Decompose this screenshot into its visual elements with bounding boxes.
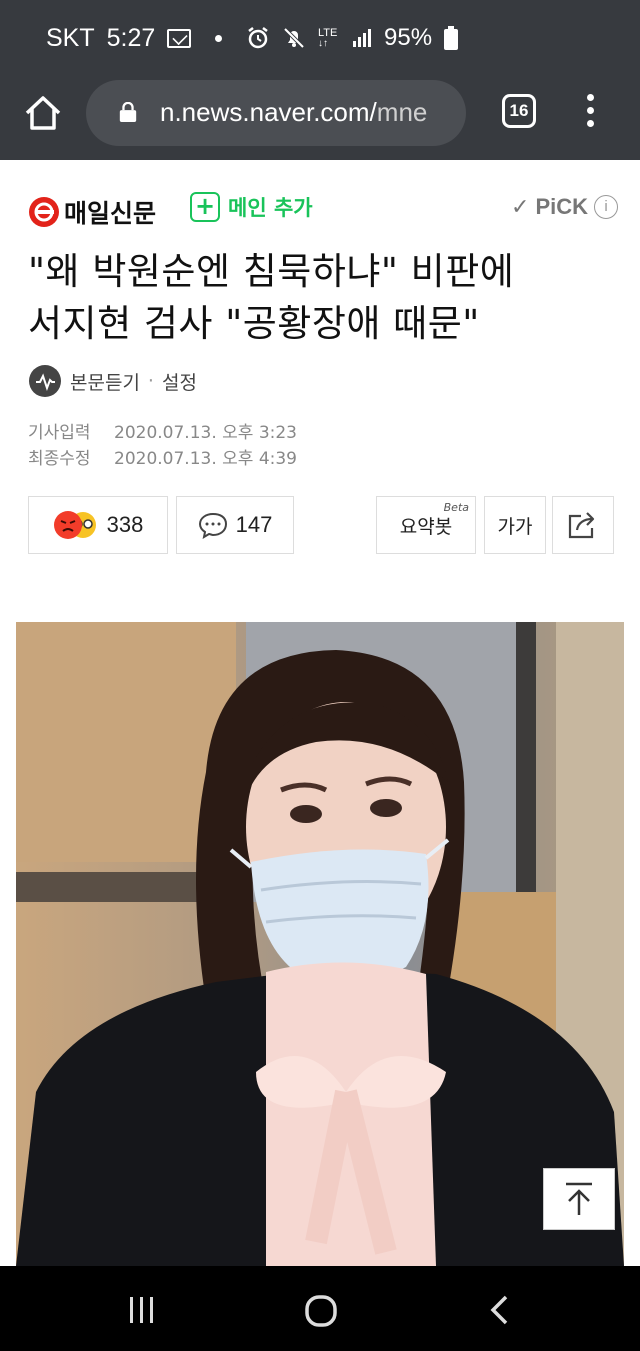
listen-separator: · — [147, 370, 154, 392]
article-actions: 338 147 요약봇 Beta 가가 — [28, 496, 614, 554]
photo-portrait — [16, 622, 624, 1266]
pick-label: PiCK — [535, 194, 588, 219]
status-left: SKT 5:27 — [46, 24, 223, 53]
scroll-to-top-button[interactable] — [543, 1168, 615, 1230]
battery-icon — [444, 26, 459, 50]
home-nav-button[interactable] — [302, 1292, 342, 1328]
signal-icon — [353, 29, 371, 47]
share-button[interactable] — [552, 496, 614, 554]
menu-dot-icon — [586, 94, 594, 101]
listen-row: 본문듣기 · 설정 — [28, 364, 197, 398]
back-button[interactable] — [482, 1292, 522, 1328]
info-icon[interactable]: i — [594, 195, 618, 219]
home-circle-icon — [305, 1295, 337, 1327]
mute-icon — [283, 27, 305, 49]
input-date-row: 기사입력 2020.07.13. 오후 3:23 — [28, 420, 297, 446]
article-headline: "왜 박원순엔 침묵하냐" 비판에 서지현 검사 "공황장애 때문" — [28, 246, 618, 350]
comment-count: 147 — [235, 512, 273, 537]
headline-line-2: 서지현 검사 "공황장애 때문" — [28, 302, 480, 345]
status-icons: LTE ↓↑ 95% — [246, 24, 459, 52]
add-to-main-label: 메인 추가 — [228, 196, 313, 220]
input-date: 2020.07.13. 오후 3:23 — [114, 423, 298, 443]
url-text: n.news.naver.com/mne — [160, 97, 427, 128]
reaction-button[interactable]: 338 — [28, 496, 168, 554]
article-dates: 기사입력 2020.07.13. 오후 3:23 최종수정 2020.07.13. … — [28, 420, 297, 472]
checkmark-icon: ✓ — [511, 194, 530, 219]
summary-label: 요약봇 — [399, 515, 453, 538]
font-size-label: 가가 — [497, 515, 533, 538]
input-date-label: 기사입력 — [28, 423, 91, 443]
alarm-icon — [248, 27, 268, 49]
edit-date-label: 최종수정 — [28, 449, 91, 469]
url-overflow: mne — [376, 97, 428, 127]
share-icon — [568, 512, 595, 539]
tab-switcher-button[interactable]: 16 — [502, 94, 536, 128]
browser-menu-button[interactable] — [584, 94, 596, 130]
settings-link[interactable]: 설정 — [162, 368, 197, 395]
back-chevron-icon — [490, 1295, 508, 1325]
url-main: n.news.naver.com/ — [160, 97, 377, 127]
system-navigation-bar — [0, 1266, 640, 1351]
edit-date-row: 최종수정 2020.07.13. 오후 4:39 — [28, 446, 297, 472]
add-to-main-button[interactable]: + 메인 추가 — [190, 192, 313, 222]
text-to-speech-icon[interactable] — [28, 364, 62, 398]
arrow-up-icon — [566, 1182, 592, 1215]
headline-line-1: "왜 박원순엔 침묵하냐" 비판에 — [28, 250, 515, 293]
maeil-logo-icon — [29, 197, 59, 227]
clock: 5:27 — [106, 24, 156, 52]
network-type-label: LTE ↓↑ — [318, 26, 338, 49]
edit-date: 2020.07.13. 오후 4:39 — [114, 449, 298, 469]
menu-dot-icon — [586, 107, 594, 114]
plus-icon: + — [190, 192, 220, 222]
recent-apps-button[interactable] — [124, 1292, 164, 1328]
comment-button[interactable]: 147 — [176, 496, 294, 554]
reaction-count: 338 — [106, 512, 144, 537]
angry-face-icon — [53, 511, 96, 539]
press-logo[interactable]: 매일신문 — [28, 194, 156, 230]
status-bar: SKT 5:27 LTE ↓↑ 95% — [0, 0, 640, 80]
press-name: 매일신문 — [64, 199, 157, 228]
recent-apps-icon — [130, 1297, 153, 1323]
url-bar[interactable]: n.news.naver.com/mne — [86, 80, 466, 146]
font-size-button[interactable]: 가가 — [484, 496, 546, 554]
menu-dot-icon — [586, 120, 594, 127]
beta-badge: Beta — [443, 501, 469, 514]
gmail-notification-icon — [167, 29, 192, 48]
home-icon — [25, 96, 61, 130]
browser-toolbar: n.news.naver.com/mne 16 — [0, 80, 640, 160]
summary-bot-button[interactable]: 요약봇 Beta — [376, 496, 476, 554]
comment-icon — [198, 512, 227, 539]
press-header: 매일신문 + 메인 추가 ✓ PiCK i — [28, 192, 618, 228]
article-photo — [16, 622, 624, 1266]
pick-badge[interactable]: ✓ PiCK i — [511, 194, 618, 220]
home-button[interactable] — [22, 92, 64, 134]
more-notifications-icon — [215, 35, 223, 42]
lock-icon — [119, 102, 137, 122]
listen-button[interactable]: 본문듣기 — [70, 368, 140, 395]
carrier-label: SKT — [46, 24, 95, 52]
battery-percent: 95% — [384, 24, 433, 51]
